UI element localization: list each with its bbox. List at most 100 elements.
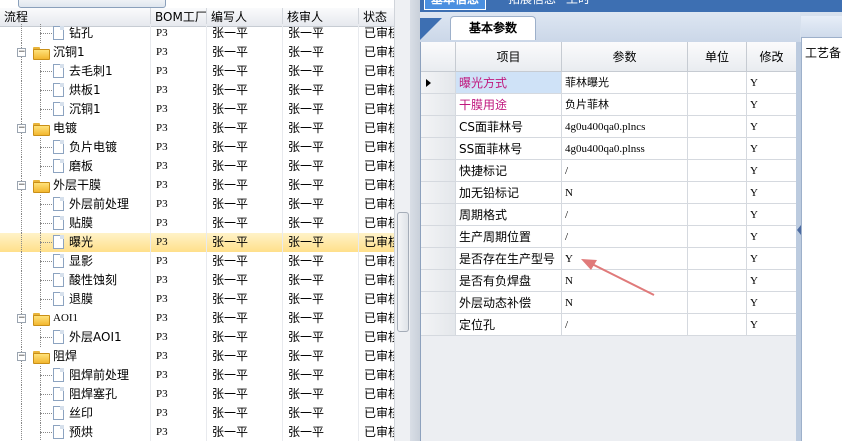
param-value[interactable]: /	[562, 226, 688, 248]
param-unit[interactable]	[688, 270, 747, 292]
param-row[interactable]: 曝光方式 菲林曝光 Y	[421, 72, 797, 94]
row-indicator[interactable]	[421, 292, 456, 314]
row-indicator[interactable]	[421, 160, 456, 182]
row-indicator[interactable]	[421, 94, 456, 116]
param-row[interactable]: 定位孔 / Y	[421, 314, 797, 336]
process-tree-grid[interactable]: 流程 BOM工厂 编写人 核审人 状态 钻孔 P3 张一平 张一平 已审核 − 沉铜1 P3 张…	[0, 0, 410, 441]
collapse-arrow-icon[interactable]	[797, 225, 801, 235]
row-indicator[interactable]	[421, 116, 456, 138]
row-indicator[interactable]	[421, 182, 456, 204]
param-modify[interactable]: Y	[747, 116, 797, 138]
tree-row[interactable]: 阻焊前处理 P3 张一平 张一平 已审核	[0, 366, 410, 385]
param-value[interactable]: 菲林曝光	[562, 72, 688, 94]
param-unit[interactable]	[688, 72, 747, 94]
tree-row[interactable]: 显影 P3 张一平 张一平 已审核	[0, 252, 410, 271]
tree-row[interactable]: 负片电镀 P3 张一平 张一平 已审核	[0, 138, 410, 157]
row-indicator[interactable]	[421, 248, 456, 270]
row-indicator[interactable]	[421, 204, 456, 226]
param-value[interactable]: /	[562, 314, 688, 336]
header-modify[interactable]: 修改	[747, 42, 797, 72]
left-top-button[interactable]	[18, 0, 166, 8]
param-modify[interactable]: Y	[747, 138, 797, 160]
tree-row[interactable]: 外层前处理 P3 张一平 张一平 已审核	[0, 195, 410, 214]
param-value[interactable]: 负片菲林	[562, 94, 688, 116]
param-row[interactable]: 周期格式 / Y	[421, 204, 797, 226]
param-modify[interactable]: Y	[747, 204, 797, 226]
panel-splitter[interactable]	[410, 0, 420, 441]
tree-row[interactable]: 贴膜 P3 张一平 张一平 已审核	[0, 214, 410, 233]
expander-minus-icon[interactable]: −	[17, 124, 26, 133]
header-item[interactable]: 项目	[456, 42, 562, 72]
tree-row[interactable]: − AOI1 P3 张一平 张一平 已审核	[0, 309, 410, 328]
param-value[interactable]: N	[562, 270, 688, 292]
param-modify[interactable]: Y	[747, 292, 797, 314]
param-value[interactable]: N	[562, 182, 688, 204]
param-unit[interactable]	[688, 292, 747, 314]
tree-row[interactable]: 外层AOI1 P3 张一平 张一平 已审核	[0, 328, 410, 347]
tab-work-hours[interactable]: 工时	[560, 0, 596, 10]
row-indicator[interactable]	[421, 138, 456, 160]
tree-row[interactable]: 钻孔 P3 张一平 张一平 已审核	[0, 24, 410, 43]
tree-row[interactable]: 曝光 P3 张一平 张一平 已审核	[0, 233, 410, 252]
param-value[interactable]: 4g0u400qa0.plncs	[562, 116, 688, 138]
param-value[interactable]: /	[562, 160, 688, 182]
param-row[interactable]: 生产周期位置 / Y	[421, 226, 797, 248]
param-modify[interactable]: Y	[747, 72, 797, 94]
param-modify[interactable]: Y	[747, 160, 797, 182]
param-unit[interactable]	[688, 248, 747, 270]
expander-minus-icon[interactable]: −	[17, 352, 26, 361]
param-modify[interactable]: Y	[747, 94, 797, 116]
param-unit[interactable]	[688, 138, 747, 160]
header-unit[interactable]: 单位	[688, 42, 747, 72]
param-modify[interactable]: Y	[747, 270, 797, 292]
tree-row[interactable]: 沉铜1 P3 张一平 张一平 已审核	[0, 100, 410, 119]
tree-row[interactable]: − 沉铜1 P3 张一平 张一平 已审核	[0, 43, 410, 62]
tree-row[interactable]: 退膜 P3 张一平 张一平 已审核	[0, 290, 410, 309]
tab-basic-info[interactable]: 基本信息	[424, 0, 487, 10]
parameter-grid[interactable]: 项目 参数 单位 修改 曝光方式 菲林曝光 Y 干膜用途 负片菲林 Y CS面菲林号 4g0u…	[420, 42, 800, 441]
param-unit[interactable]	[688, 204, 747, 226]
param-row[interactable]: 加无铅标记 N Y	[421, 182, 797, 204]
tree-row[interactable]: − 外层干膜 P3 张一平 张一平 已审核	[0, 176, 410, 195]
tree-row[interactable]: − 电镀 P3 张一平 张一平 已审核	[0, 119, 410, 138]
expander-minus-icon[interactable]: −	[17, 48, 26, 57]
param-row[interactable]: 是否有负焊盘 N Y	[421, 270, 797, 292]
row-indicator[interactable]	[421, 270, 456, 292]
tree-row[interactable]: 去毛刺1 P3 张一平 张一平 已审核	[0, 62, 410, 81]
far-right-tab[interactable]	[801, 16, 842, 38]
row-indicator[interactable]	[421, 314, 456, 336]
scrollbar-thumb[interactable]	[397, 212, 409, 332]
tree-row[interactable]: 磨板 P3 张一平 张一平 已审核	[0, 157, 410, 176]
param-unit[interactable]	[688, 160, 747, 182]
param-row[interactable]: 是否存在生产型号 Y Y	[421, 248, 797, 270]
expander-minus-icon[interactable]: −	[17, 314, 26, 323]
param-value[interactable]: /	[562, 204, 688, 226]
header-parameter[interactable]: 参数	[562, 42, 688, 72]
tree-row[interactable]: 阻焊塞孔 P3 张一平 张一平 已审核	[0, 385, 410, 404]
param-unit[interactable]	[688, 226, 747, 248]
row-indicator[interactable]	[421, 226, 456, 248]
tab-basic-params[interactable]: 基本参数	[450, 16, 536, 40]
tree-row[interactable]: 预烘 P3 张一平 张一平 已审核	[0, 423, 410, 441]
param-row[interactable]: 快捷标记 / Y	[421, 160, 797, 182]
param-value[interactable]: 4g0u400qa0.plnss	[562, 138, 688, 160]
param-unit[interactable]	[688, 94, 747, 116]
param-modify[interactable]: Y	[747, 226, 797, 248]
tree-row[interactable]: 烘板1 P3 张一平 张一平 已审核	[0, 81, 410, 100]
param-row[interactable]: 外层动态补偿 N Y	[421, 292, 797, 314]
param-row[interactable]: CS面菲林号 4g0u400qa0.plncs Y	[421, 116, 797, 138]
row-indicator[interactable]	[421, 72, 456, 94]
tab-extended-info[interactable]: 拓展信息	[502, 0, 562, 10]
param-modify[interactable]: Y	[747, 182, 797, 204]
param-value[interactable]: N	[562, 292, 688, 314]
expander-minus-icon[interactable]: −	[17, 181, 26, 190]
param-modify[interactable]: Y	[747, 248, 797, 270]
tree-row[interactable]: 酸性蚀刻 P3 张一平 张一平 已审核	[0, 271, 410, 290]
param-unit[interactable]	[688, 116, 747, 138]
param-row[interactable]: 干膜用途 负片菲林 Y	[421, 94, 797, 116]
param-unit[interactable]	[688, 314, 747, 336]
tree-row[interactable]: − 阻焊 P3 张一平 张一平 已审核	[0, 347, 410, 366]
tree-row[interactable]: 丝印 P3 张一平 张一平 已审核	[0, 404, 410, 423]
param-row[interactable]: SS面菲林号 4g0u400qa0.plnss Y	[421, 138, 797, 160]
vertical-scrollbar[interactable]	[394, 0, 410, 441]
